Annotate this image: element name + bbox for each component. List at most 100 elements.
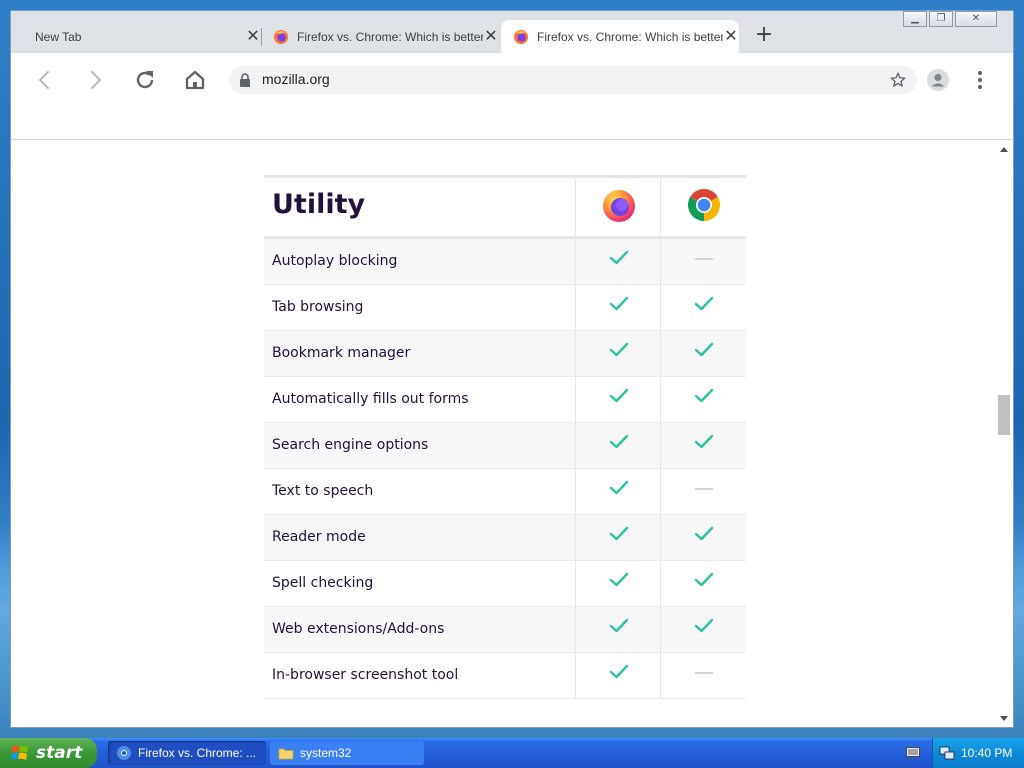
home-icon[interactable] bbox=[183, 68, 207, 92]
lock-icon[interactable] bbox=[239, 73, 251, 87]
close-window-icon[interactable]: ✕ bbox=[955, 11, 997, 27]
url-text[interactable]: mozilla.org bbox=[262, 71, 330, 87]
folder-icon bbox=[278, 748, 294, 760]
checkmark-icon bbox=[609, 250, 629, 265]
firefox-support-cell bbox=[575, 423, 660, 469]
dash-icon bbox=[695, 488, 713, 490]
feature-label: Spell checking bbox=[272, 575, 374, 591]
checkmark-icon bbox=[694, 342, 714, 357]
firefox-support-cell bbox=[575, 239, 660, 285]
comparison-table-header: Utility bbox=[264, 175, 746, 239]
address-bar[interactable]: mozilla.org bbox=[229, 66, 917, 94]
system-tray: 10:40 PM bbox=[932, 738, 1024, 768]
reload-icon[interactable] bbox=[133, 68, 157, 92]
chrome-support-cell bbox=[660, 285, 745, 331]
firefox-support-cell bbox=[575, 607, 660, 653]
profile-avatar-icon[interactable] bbox=[927, 69, 949, 91]
dash-icon bbox=[695, 258, 713, 260]
feature-label: Automatically fills out forms bbox=[272, 391, 469, 407]
table-row: In-browser screenshot tool bbox=[264, 653, 746, 699]
keyboard-icon[interactable] bbox=[906, 746, 920, 758]
checkmark-icon bbox=[694, 526, 714, 541]
network-icon[interactable] bbox=[939, 745, 955, 761]
feature-label: In-browser screenshot tool bbox=[272, 667, 459, 683]
taskbar-item-chrome[interactable]: Firefox vs. Chrome: ... bbox=[108, 741, 266, 765]
chrome-support-cell bbox=[660, 331, 745, 377]
taskbar-item-system32[interactable]: system32 bbox=[270, 741, 424, 765]
table-row: Text to speech bbox=[264, 469, 746, 515]
taskbar-item-label: system32 bbox=[300, 746, 352, 760]
table-row: Tab browsing bbox=[264, 285, 746, 331]
close-tab-icon[interactable]: ✕ bbox=[723, 28, 739, 45]
windows-logo-icon bbox=[11, 745, 28, 760]
checkmark-icon bbox=[694, 572, 714, 587]
feature-label: Web extensions/Add-ons bbox=[272, 621, 445, 637]
scroll-down-arrow-icon[interactable] bbox=[999, 713, 1009, 723]
chrome-support-cell bbox=[660, 607, 745, 653]
feature-label: Bookmark manager bbox=[272, 345, 411, 361]
firefox-support-cell bbox=[575, 515, 660, 561]
feature-label: Text to speech bbox=[272, 483, 374, 499]
minimize-icon[interactable]: ▁ bbox=[903, 11, 927, 27]
header-feature-cell: Utility bbox=[264, 178, 575, 236]
tab-strip: New Tab ✕ Firefox vs. Chrome: Which is b… bbox=[11, 11, 1013, 53]
vertical-scrollbar[interactable] bbox=[995, 141, 1013, 727]
chrome-support-cell bbox=[660, 469, 745, 515]
close-tab-icon[interactable]: ✕ bbox=[483, 28, 499, 45]
firefox-support-cell bbox=[575, 561, 660, 607]
header-firefox-cell bbox=[575, 178, 660, 236]
firefox-support-cell bbox=[575, 331, 660, 377]
window-controls: ▁ ❐ ✕ bbox=[903, 11, 997, 27]
chrome-support-cell bbox=[660, 377, 745, 423]
checkmark-icon bbox=[694, 388, 714, 403]
checkmark-icon bbox=[694, 434, 714, 449]
firefox-support-cell bbox=[575, 469, 660, 515]
checkmark-icon bbox=[694, 618, 714, 633]
table-row: Search engine options bbox=[264, 423, 746, 469]
table-row: Automatically fills out forms bbox=[264, 377, 746, 423]
comparison-table: Utility Autoplay blocking Tab browsing B… bbox=[264, 175, 746, 699]
chrome-support-cell bbox=[660, 561, 745, 607]
checkmark-icon bbox=[609, 480, 629, 495]
section-title: Utility bbox=[272, 189, 366, 220]
kebab-menu-icon[interactable] bbox=[969, 69, 991, 91]
header-chrome-cell bbox=[660, 178, 745, 236]
chrome-logo-icon bbox=[687, 189, 721, 221]
tab-new-tab[interactable]: New Tab ✕ bbox=[29, 20, 261, 53]
feature-label: Tab browsing bbox=[272, 299, 364, 315]
table-row: Autoplay blocking bbox=[264, 239, 746, 285]
back-arrow-icon[interactable] bbox=[33, 68, 57, 92]
scroll-up-arrow-icon[interactable] bbox=[999, 145, 1009, 155]
start-label: start bbox=[36, 743, 83, 763]
browser-window: New Tab ✕ Firefox vs. Chrome: Which is b… bbox=[10, 10, 1014, 728]
firefox-logo-icon bbox=[603, 189, 635, 222]
taskbar: start Firefox vs. Chrome: ... system32 1… bbox=[0, 738, 1024, 768]
taskbar-item-label: Firefox vs. Chrome: ... bbox=[138, 746, 257, 760]
new-tab-button[interactable]: + bbox=[753, 24, 775, 47]
table-row: Reader mode bbox=[264, 515, 746, 561]
tab-firefox-vs-chrome[interactable]: Firefox vs. Chrome: Which is better? ✕ bbox=[263, 20, 499, 53]
start-button[interactable]: start bbox=[0, 738, 97, 768]
chrome-icon bbox=[117, 746, 131, 760]
scrollbar-thumb[interactable] bbox=[998, 395, 1010, 435]
firefox-support-cell bbox=[575, 377, 660, 423]
tab-separator bbox=[261, 28, 262, 46]
restore-icon[interactable]: ❐ bbox=[929, 11, 953, 27]
page-content: Utility Autoplay blocking Tab browsing B… bbox=[11, 141, 995, 727]
tab-title: Firefox vs. Chrome: Which is better? bbox=[537, 29, 723, 44]
page-header-strip bbox=[11, 107, 1013, 140]
dash-icon bbox=[695, 672, 713, 674]
chrome-support-cell bbox=[660, 423, 745, 469]
close-tab-icon[interactable]: ✕ bbox=[245, 28, 261, 45]
comparison-table-body: Autoplay blocking Tab browsing Bookmark ma… bbox=[264, 239, 746, 699]
chrome-support-cell bbox=[660, 515, 745, 561]
checkmark-icon bbox=[609, 618, 629, 633]
tab-firefox-vs-chrome-active[interactable]: Firefox vs. Chrome: Which is better? ✕ bbox=[501, 20, 739, 53]
firefox-favicon-icon bbox=[274, 29, 288, 44]
table-row: Web extensions/Add-ons bbox=[264, 607, 746, 653]
page-viewport: Utility Autoplay blocking Tab browsing B… bbox=[11, 107, 1013, 727]
chrome-support-cell bbox=[660, 653, 745, 699]
table-row: Spell checking bbox=[264, 561, 746, 607]
forward-arrow-icon[interactable] bbox=[83, 68, 107, 92]
bookmark-star-icon[interactable] bbox=[889, 71, 907, 89]
